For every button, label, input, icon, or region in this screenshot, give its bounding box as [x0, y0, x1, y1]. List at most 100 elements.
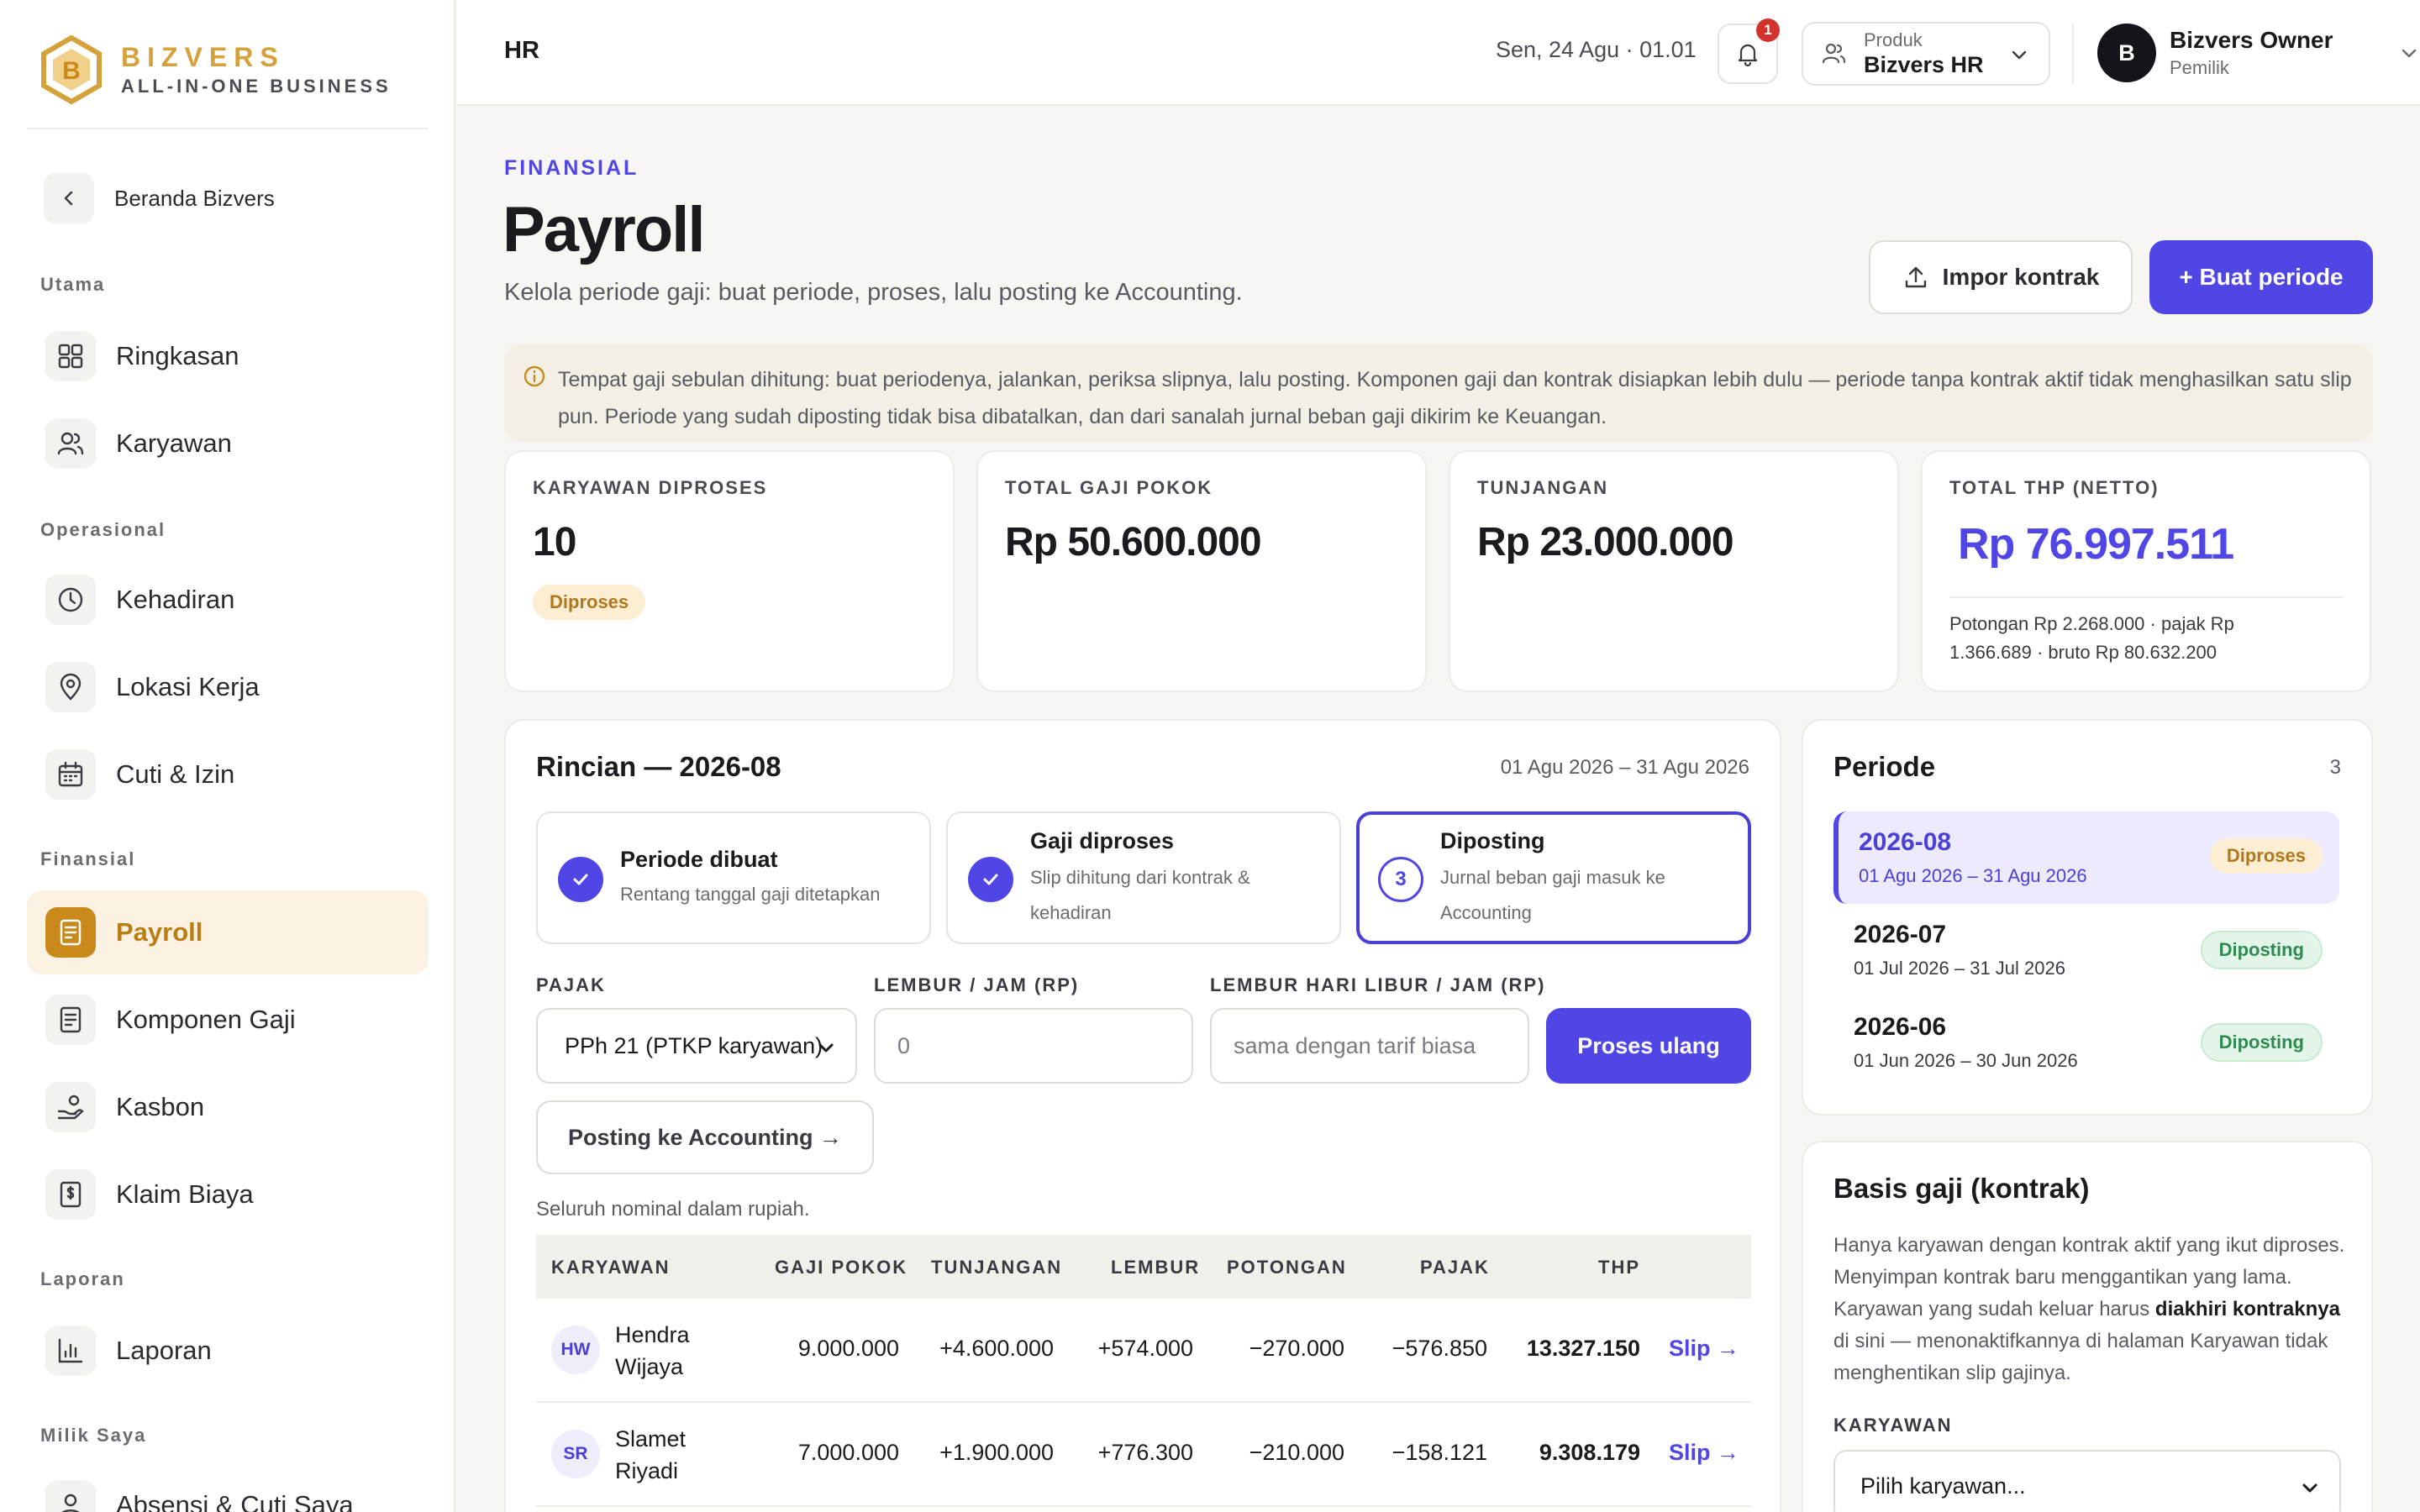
employee-select[interactable]: Pilih karyawan...	[1833, 1450, 2341, 1512]
user-role: Pemilik	[2170, 57, 2229, 78]
stat-label: TUNJANGAN	[1477, 477, 1609, 498]
sidebar-item-payroll[interactable]: Payroll	[27, 890, 429, 974]
holiday-overtime-rate-input[interactable]: sama dengan tarif biasa	[1210, 1008, 1529, 1084]
reprocess-button[interactable]: Proses ulang	[1546, 1008, 1751, 1084]
holiday-overtime-label: LEMBUR HARI LIBUR / JAM (RP)	[1210, 974, 1546, 995]
divider	[27, 128, 429, 129]
period-code: 2026-06	[1854, 1013, 1947, 1041]
column-header: LEMBUR	[1111, 1257, 1201, 1278]
module-title: HR	[504, 37, 539, 64]
sidebar-item-cuti-izin[interactable]: Cuti & Izin	[27, 732, 429, 816]
sidebar-item-label: Ringkasan	[116, 341, 239, 370]
avatar: SR	[551, 1430, 600, 1478]
upload-icon	[1905, 266, 1926, 288]
sidebar-item-absensi-cuti-saya[interactable]: Absensi & Cuti Saya	[27, 1463, 429, 1512]
back-to-home[interactable]: Beranda Bizvers	[44, 173, 275, 223]
status-badge: Diproses	[2209, 838, 2323, 874]
period-range: 01 Agu 2026 – 31 Agu 2026	[1500, 756, 1749, 779]
status-badge: Diproses	[533, 585, 646, 620]
brand[interactable]: B BIZVERS ALL-IN-ONE BUSINESS	[40, 32, 392, 108]
top-bar: HR Sen, 24 Agu · 01.01 1 Produk Bizvers …	[457, 0, 2420, 106]
period-item-2026-06[interactable]: 2026-06 01 Jun 2026 – 30 Jun 2026 Dipost…	[1833, 996, 2339, 1089]
sidebar-item-label: Karyawan	[116, 428, 232, 458]
stat-value: Rp 23.000.000	[1477, 520, 1734, 564]
info-banner: Tempat gaji sebulan dihitung: buat perio…	[504, 344, 2373, 442]
period-code: 2026-08	[1859, 828, 1952, 856]
column-header: PAJAK	[1420, 1257, 1490, 1278]
salary-basis-panel: Basis gaji (kontrak) Hanya karyawan deng…	[1802, 1141, 2373, 1512]
tax-select[interactable]: PPh 21 (PTKP karyawan)	[536, 1008, 857, 1084]
brand-name: BIZVERS	[121, 42, 285, 72]
period-item-2026-08[interactable]: 2026-08 01 Agu 2026 – 31 Agu 2026 Dipros…	[1833, 811, 2339, 904]
chevron-down-icon[interactable]	[2398, 42, 2420, 64]
section-laporan: Laporan	[40, 1268, 125, 1289]
overtime-cell: +574.000	[1097, 1336, 1193, 1361]
sidebar-item-kasbon[interactable]: Kasbon	[27, 1065, 429, 1149]
product-switcher[interactable]: Produk Bizvers HR	[1802, 22, 2050, 86]
sidebar: B BIZVERS ALL-IN-ONE BUSINESS Beranda Bi…	[0, 0, 455, 1512]
panel-title: Periode	[1833, 751, 1936, 782]
user-name[interactable]: Bizvers Owner	[2170, 27, 2333, 54]
basis-text-part: di sini — menonaktifkannya di halaman Ka…	[1833, 1330, 2328, 1384]
sidebar-item-komponen-gaji[interactable]: Komponen Gaji	[27, 978, 429, 1062]
sidebar-item-label: Cuti & Izin	[116, 759, 235, 789]
brand-tagline: ALL-IN-ONE BUSINESS	[121, 76, 392, 97]
thp-cell: 13.327.150	[1526, 1336, 1640, 1361]
create-period-button[interactable]: + Buat periode	[2149, 240, 2373, 314]
page-eyebrow: FINANSIAL	[504, 156, 639, 180]
deduction-cell: −270.000	[1249, 1336, 1344, 1361]
bar-chart-icon	[45, 1326, 96, 1376]
employee-name: Hendra Wijaya	[615, 1322, 690, 1379]
avatar[interactable]: B	[2097, 24, 2156, 82]
step-title: Periode dibuat	[620, 847, 778, 872]
user-icon	[45, 1480, 96, 1512]
post-to-accounting-button[interactable]: Posting ke Accounting →	[536, 1100, 874, 1174]
panel-title: Rincian — 2026-08	[536, 751, 781, 782]
avatar: HW	[551, 1326, 600, 1374]
column-header: POTONGAN	[1227, 1257, 1347, 1278]
section-operasional: Operasional	[40, 519, 166, 540]
sidebar-item-laporan[interactable]: Laporan	[27, 1309, 429, 1393]
tax-cell: −576.850	[1392, 1336, 1487, 1361]
sidebar-item-lokasi-kerja[interactable]: Lokasi Kerja	[27, 645, 429, 729]
divider	[1949, 596, 2343, 598]
hand-coins-icon	[45, 1082, 96, 1132]
sidebar-item-ringkasan[interactable]: Ringkasan	[27, 314, 429, 398]
sidebar-item-label: Kehadiran	[116, 585, 235, 614]
check-icon	[968, 857, 1013, 902]
product-caption: Produk	[1864, 29, 1923, 50]
table-row[interactable]: HW Hendra Wijaya 9.000.000 +4.600.000 +5…	[536, 1299, 1751, 1403]
periods-panel: Periode 3 2026-08 01 Agu 2026 – 31 Agu 2…	[1802, 719, 2373, 1116]
slip-link[interactable]: Slip →	[1669, 1440, 1739, 1466]
sidebar-item-klaim-biaya[interactable]: Klaim Biaya	[27, 1152, 429, 1236]
tax-cell: −158.121	[1392, 1440, 1487, 1465]
section-milik-saya: Milik Saya	[40, 1425, 147, 1446]
map-pin-icon	[45, 662, 96, 712]
step-desc: Slip dihitung dari kontrak & kehadiran	[1030, 867, 1250, 923]
sidebar-item-kehadiran[interactable]: Kehadiran	[27, 558, 429, 642]
table-header: KARYAWAN GAJI POKOK TUNJANGAN LEMBUR POT…	[536, 1235, 1751, 1299]
stat-value: Rp 50.600.000	[1005, 520, 1262, 564]
status-badge: Diposting	[2200, 931, 2323, 969]
tax-select-value: PPh 21 (PTKP karyawan)	[565, 1032, 823, 1058]
sidebar-item-label: Klaim Biaya	[116, 1179, 254, 1209]
sidebar-item-karyawan[interactable]: Karyawan	[27, 402, 429, 486]
period-range: 01 Jul 2026 – 31 Jul 2026	[1854, 958, 2065, 979]
allowance-cell: +1.900.000	[939, 1440, 1054, 1465]
period-item-2026-07[interactable]: 2026-07 01 Jul 2026 – 31 Jul 2026 Dipost…	[1833, 904, 2339, 996]
page-subtitle: Kelola periode gaji: buat periode, prose…	[504, 279, 1243, 306]
stat-label: KARYAWAN DIPROSES	[533, 477, 768, 498]
period-range: 01 Agu 2026 – 31 Agu 2026	[1859, 865, 2087, 886]
sidebar-item-label: Payroll	[116, 917, 203, 947]
import-contract-button[interactable]: Impor kontrak	[1869, 240, 2133, 314]
base-salary-cell: 9.000.000	[797, 1336, 899, 1361]
document-icon	[45, 995, 96, 1045]
tax-label: PAJAK	[536, 974, 606, 995]
users-icon	[1822, 43, 1846, 64]
column-header: TUNJANGAN	[931, 1257, 1063, 1278]
table-row[interactable]: SR Slamet Riyadi 7.000.000 +1.900.000 +7…	[536, 1403, 1751, 1507]
info-text: Tempat gaji sebulan dihitung: buat perio…	[558, 368, 2352, 428]
overtime-rate-input[interactable]: 0	[874, 1008, 1193, 1084]
slip-link[interactable]: Slip →	[1669, 1336, 1739, 1362]
product-value: Bizvers HR	[1864, 52, 1984, 77]
